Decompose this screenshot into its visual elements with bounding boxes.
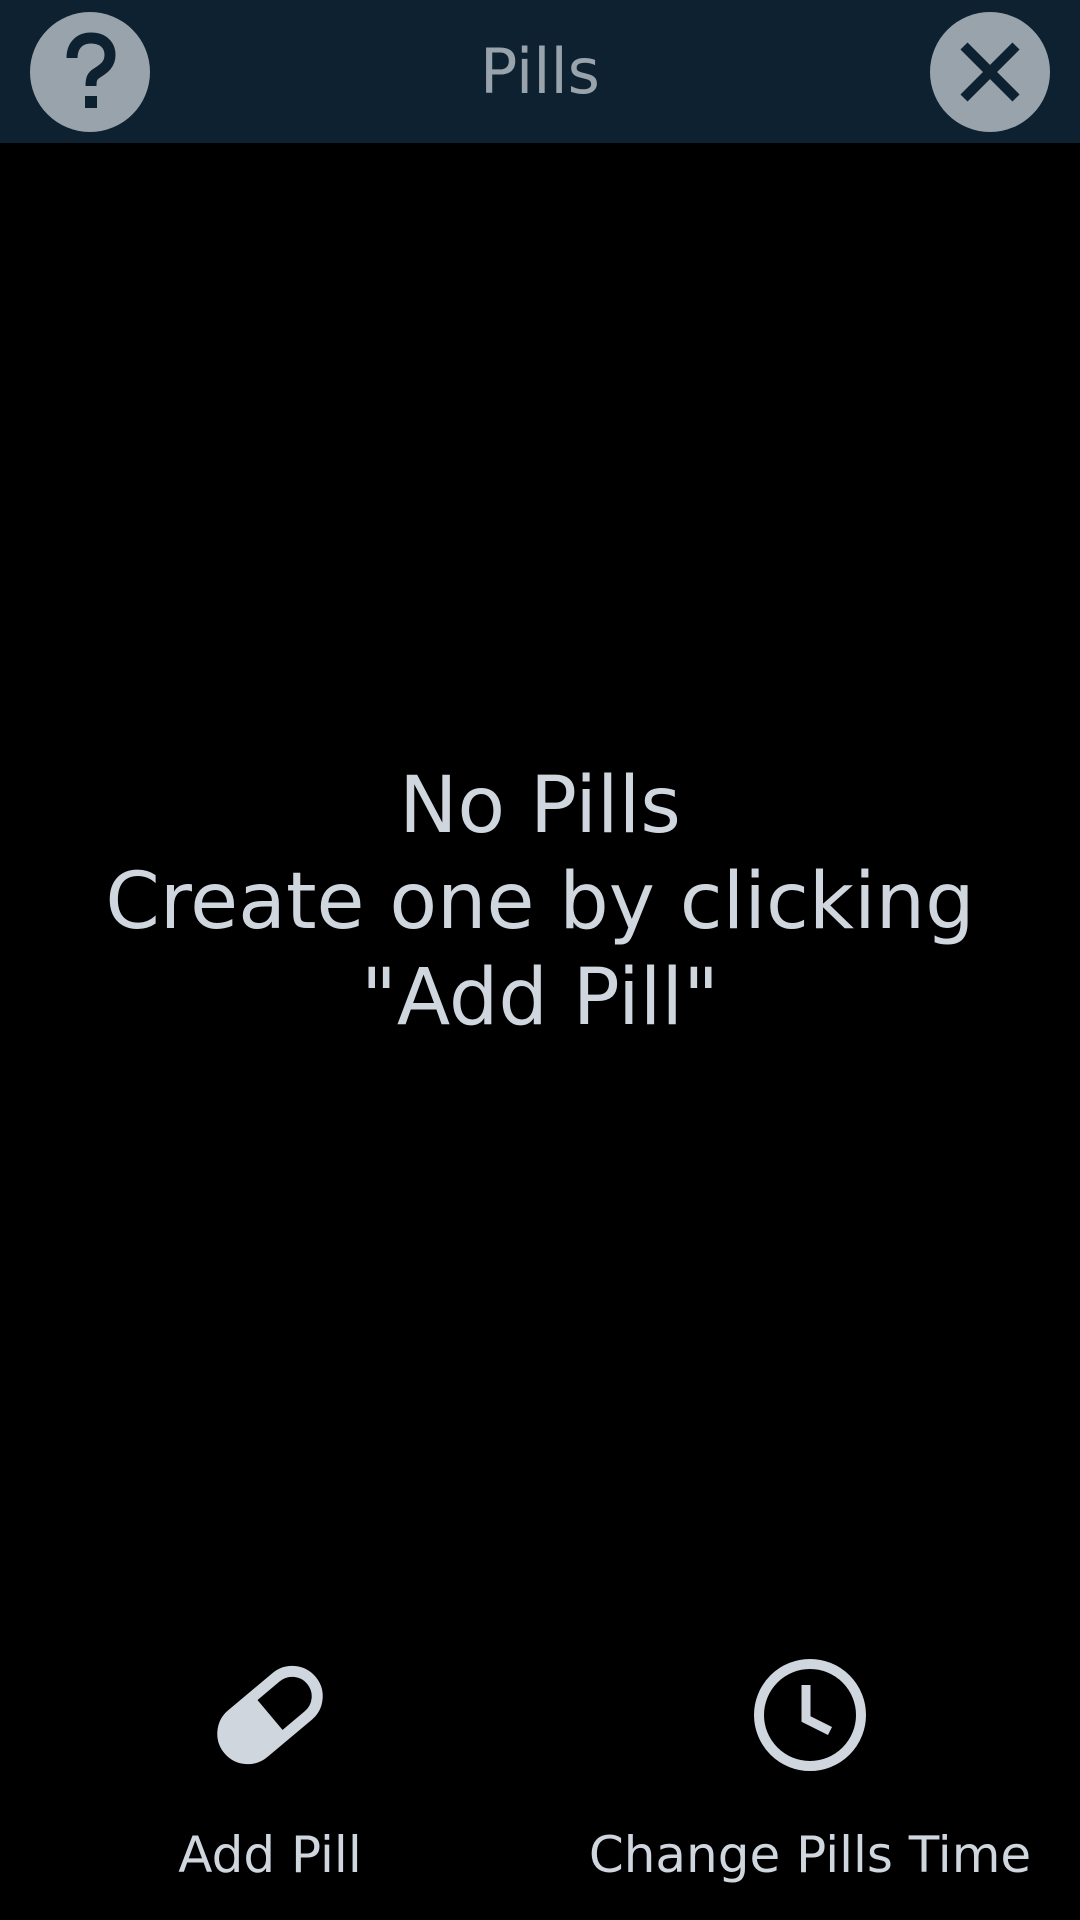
pills-screen: Pills No Pills Create one by clicking "A… [0, 0, 1080, 1920]
close-icon [960, 42, 1020, 102]
close-button[interactable] [930, 12, 1050, 132]
empty-state-title: No Pills [399, 761, 681, 851]
page-title: Pills [479, 34, 600, 108]
empty-state-line-3: "Add Pill" [361, 953, 719, 1043]
question-mark-icon [66, 32, 116, 108]
empty-state-line-2: Create one by clicking [105, 857, 975, 947]
clock-icon [750, 1655, 870, 1775]
add-pill-label: Add Pill [178, 1826, 362, 1884]
change-pills-time-label: Change Pills Time [588, 1826, 1032, 1884]
pill-icon [210, 1655, 330, 1775]
help-button[interactable] [30, 12, 150, 132]
add-pill-button[interactable]: Add Pill [120, 1655, 420, 1885]
change-pills-time-button[interactable]: Change Pills Time [560, 1655, 1060, 1885]
empty-state-message: No Pills Create one by clicking "Add Pil… [0, 758, 1080, 1046]
top-bar: Pills [0, 0, 1080, 143]
